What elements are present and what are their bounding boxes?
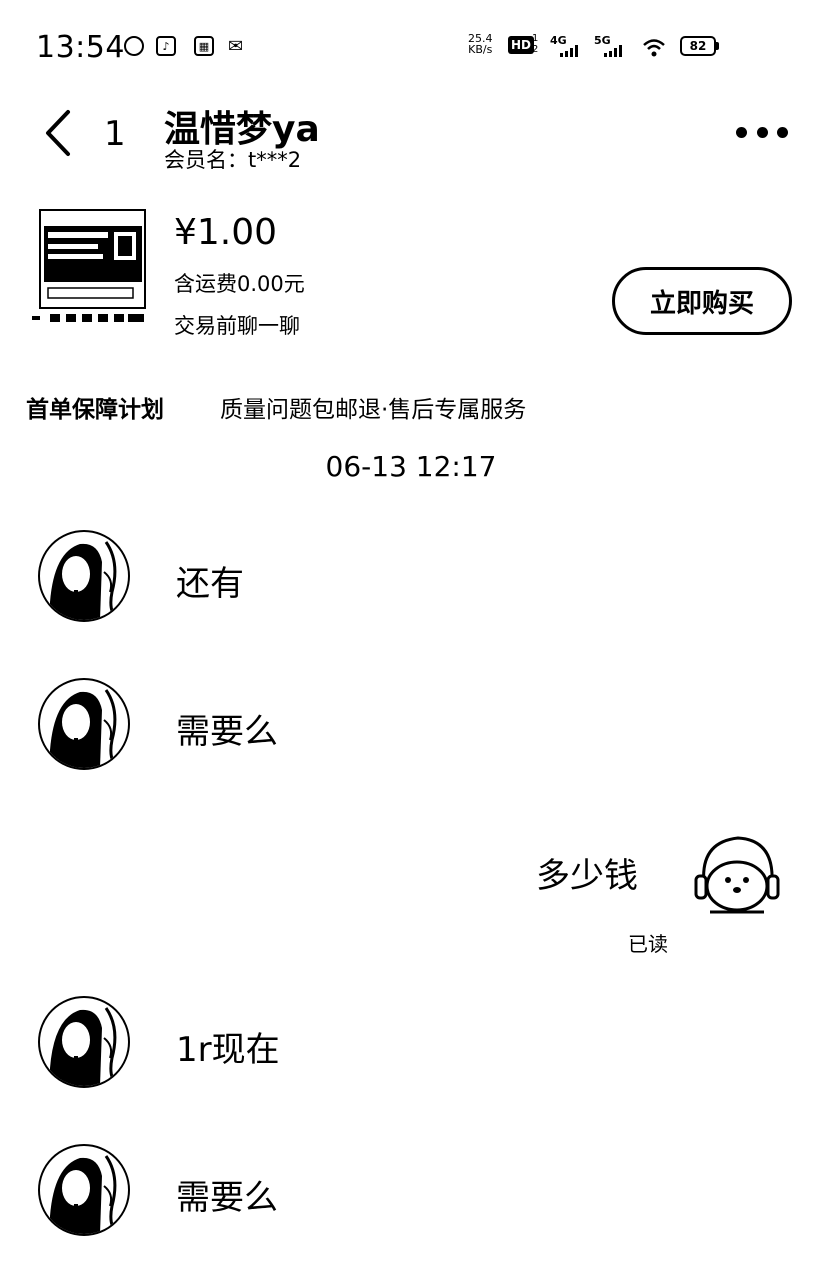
shipping-fee: 含运费0.00元 [174, 272, 305, 296]
member-name: 会员名：t***2 [164, 148, 302, 172]
contact-avatar[interactable] [38, 530, 130, 622]
self-avatar[interactable] [690, 828, 784, 922]
wechat-icon: ✉ [228, 36, 244, 57]
unread-count: 1 [104, 114, 126, 154]
tiktok-icon: ♪ [156, 36, 176, 56]
battery-indicator: 82 [680, 36, 716, 56]
signal-4g: 4G [550, 34, 578, 57]
guarantee-plan-description[interactable]: 质量问题包邮退·售后专属服务 [220, 390, 526, 424]
contact-avatar[interactable] [38, 996, 130, 1088]
contact-avatar[interactable] [38, 1144, 130, 1236]
chat-timestamp: 06-13 12:17 [325, 450, 497, 483]
buy-now-button[interactable]: 立即购买 [612, 267, 792, 335]
gallery-icon: ▦ [194, 36, 214, 56]
maps-icon [124, 36, 144, 56]
product-thumbnail[interactable] [30, 208, 150, 330]
product-price: ¥1.00 [174, 212, 278, 253]
back-icon[interactable] [38, 108, 88, 158]
network-speed: 25.4 KB/s [468, 32, 493, 56]
guarantee-plan-title[interactable]: 首单保障计划 [26, 390, 164, 424]
message-text: 需要么 [176, 712, 278, 752]
read-receipt: 已读 [628, 932, 668, 956]
battery-cap [716, 42, 719, 50]
sim-slot-numbers: 1 2 [532, 33, 539, 55]
message-text: 需要么 [176, 1178, 278, 1218]
status-time: 13:54 [36, 30, 125, 65]
message-text: 1r现在 [176, 1030, 280, 1070]
message-text: 还有 [176, 564, 244, 604]
wifi-icon [643, 39, 665, 57]
message-text-self: 多少钱 [536, 856, 638, 896]
signal-5g: 5G [594, 34, 622, 57]
more-options-icon[interactable] [736, 124, 788, 140]
chat-before-trade-note: 交易前聊一聊 [174, 314, 300, 338]
hd-badge: HD [508, 36, 535, 54]
contact-avatar[interactable] [38, 678, 130, 770]
